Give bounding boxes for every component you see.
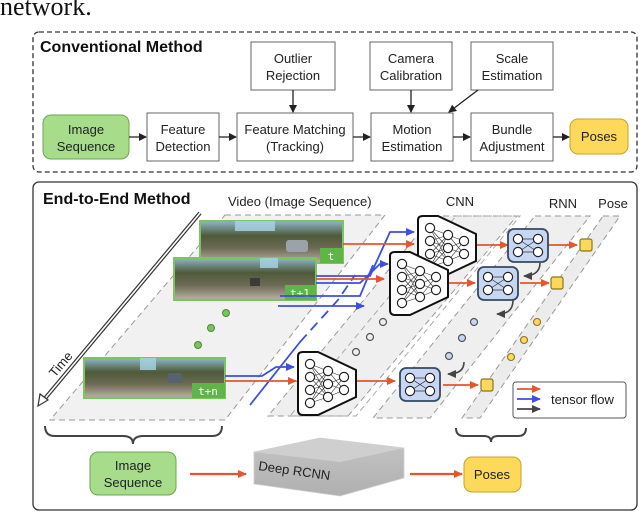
svg-text:Image: Image (68, 122, 104, 137)
rnn-node (502, 284, 514, 296)
neuron-node (442, 242, 454, 254)
neuron-node (304, 384, 316, 396)
box-outlier-rejection: Outlier Rejection (250, 41, 336, 91)
neuron-node (396, 258, 408, 270)
svg-text:Outlier: Outlier (274, 51, 313, 66)
arrow (448, 89, 479, 113)
neuron-node (442, 229, 454, 241)
pose-column-label: Pose (598, 196, 628, 211)
neuron-node (430, 284, 442, 296)
frame-tag-t-plus-n: t+n (198, 385, 218, 398)
svg-text:Feature: Feature (161, 122, 206, 137)
svg-text:Sequence: Sequence (57, 139, 116, 154)
neuron-node (322, 378, 334, 390)
pose-square (579, 238, 593, 252)
box-image-sequence: Image Sequence (42, 114, 130, 160)
neuron-node (322, 391, 334, 403)
neuron-node (338, 384, 350, 396)
neuron-node (414, 291, 426, 303)
rnn-node (532, 233, 544, 245)
rnn-node (512, 233, 524, 245)
neuron-node (414, 278, 426, 290)
svg-text:Feature Matching: Feature Matching (244, 122, 345, 137)
svg-text:Camera: Camera (388, 51, 435, 66)
legend-label: tensor flow (551, 392, 614, 407)
box-camera-calibration: Camera Calibration (369, 41, 453, 91)
svg-text:Sequence: Sequence (104, 475, 163, 490)
rnn-block (507, 228, 549, 263)
bottom-image-sequence: Image Sequence (89, 451, 177, 496)
neuron-node (414, 265, 426, 277)
box-motion-estimation: Motion Estimation (370, 112, 454, 162)
conventional-method-panel: Conventional Method Image Sequence Featu… (32, 31, 638, 173)
neuron-node (458, 248, 470, 260)
rnn-block (399, 367, 441, 402)
neuron-node (442, 255, 454, 267)
svg-text:Estimation: Estimation (382, 139, 443, 154)
rnn-block (477, 266, 519, 301)
neuron-node (396, 271, 408, 283)
box-feature-matching: Feature Matching (Tracking) (236, 112, 354, 162)
neuron-node (322, 365, 334, 377)
frame-t-plus-1: t+1 (173, 257, 317, 301)
rnn-node (482, 284, 494, 296)
box-feature-detection: Feature Detection (146, 112, 220, 162)
neuron-node (304, 358, 316, 370)
pose-square (550, 276, 564, 290)
rnn-node (512, 246, 524, 258)
neuron-node (458, 235, 470, 247)
neuron-node (424, 222, 436, 234)
frame-t-plus-n: t+n (83, 357, 226, 399)
neuron-node (304, 397, 316, 409)
frame-tag-t: t (328, 250, 335, 263)
neuron-node (424, 235, 436, 247)
svg-text:Rejection: Rejection (266, 68, 320, 83)
rnn-node (424, 385, 436, 397)
svg-text:Calibration: Calibration (380, 68, 442, 83)
neuron-node (396, 284, 408, 296)
svg-text:Bundle: Bundle (492, 122, 532, 137)
rnn-node (502, 271, 514, 283)
rnn-node (404, 372, 416, 384)
svg-text:Estimation: Estimation (482, 68, 543, 83)
frame-tag-t-plus-1: t+1 (290, 287, 310, 300)
rnn-node (532, 246, 544, 258)
cnn-column-label: CNN (446, 194, 474, 209)
neuron-node (304, 371, 316, 383)
svg-text:Adjustment: Adjustment (479, 139, 544, 154)
pose-square (480, 378, 494, 392)
end-to-end-title: End-to-End Method (43, 191, 191, 208)
svg-text:Detection: Detection (156, 139, 211, 154)
box-bundle-adjustment: Bundle Adjustment (470, 112, 554, 162)
svg-text:Image: Image (115, 458, 151, 473)
rnn-node (424, 372, 436, 384)
frame-t: t (199, 220, 344, 264)
rnn-node (482, 271, 494, 283)
svg-text:Scale: Scale (496, 51, 529, 66)
svg-text:(Tracking): (Tracking) (266, 139, 324, 154)
rnn-column-label: RNN (549, 196, 577, 211)
diagram-canvas: Conventional Method Image Sequence Featu… (32, 31, 638, 511)
neuron-node (430, 271, 442, 283)
neuron-node (338, 371, 350, 383)
conventional-title: Conventional Method (40, 39, 203, 56)
svg-text:Poses: Poses (474, 467, 511, 482)
box-poses: Poses (569, 118, 629, 155)
svg-text:Motion: Motion (392, 122, 431, 137)
neuron-node (396, 297, 408, 309)
end-to-end-panel: End-to-End Method Video (Image Sequence)… (32, 181, 638, 511)
svg-text:Poses: Poses (581, 129, 618, 144)
rnn-node (404, 385, 416, 397)
legend: tensor flow (512, 381, 627, 419)
bottom-poses: Poses (463, 456, 522, 493)
video-column-label: Video (Image Sequence) (228, 194, 372, 209)
neuron-node (424, 248, 436, 260)
box-scale-estimation: Scale Estimation (470, 41, 554, 91)
